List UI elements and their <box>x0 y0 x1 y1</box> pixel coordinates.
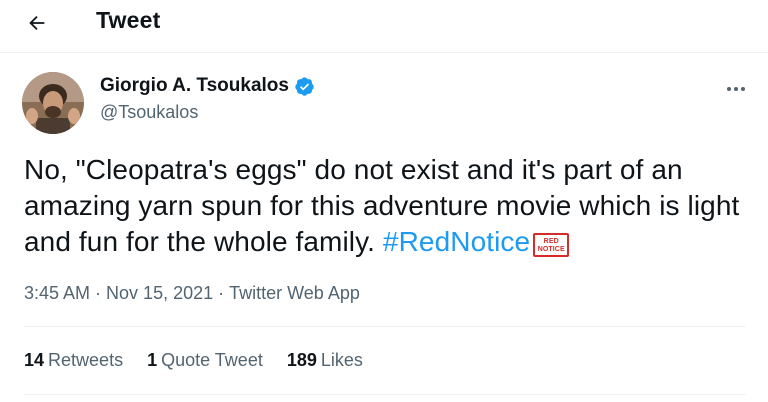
likes-count: 189 <box>286 350 317 370</box>
retweets-count: 14 <box>24 350 45 370</box>
author-name-row[interactable]: Giorgio A. Tsoukalos <box>100 75 315 97</box>
quote-tweets-count: 1 <box>147 350 158 370</box>
avatar[interactable] <box>22 72 84 134</box>
tweet-stats: 14 Retweets 1 Quote Tweet 189 Likes <box>24 350 387 371</box>
meta-separator: · <box>95 283 102 303</box>
verified-badge-icon <box>294 76 315 97</box>
hashtag-link[interactable]: #RedNotice <box>383 226 530 257</box>
more-horizontal-icon <box>727 87 745 91</box>
quote-tweets-label: Quote Tweet <box>161 350 263 370</box>
tweet-time[interactable]: 3:45 AM <box>24 283 90 304</box>
author-name[interactable]: Giorgio A. Tsoukalos <box>100 75 289 97</box>
meta-separator: · <box>218 283 225 303</box>
header-divider <box>0 52 768 53</box>
tweet-date[interactable]: Nov 15, 2021 <box>106 283 213 304</box>
top-bar: Tweet <box>0 0 768 50</box>
retweets-stat[interactable]: 14 Retweets <box>24 350 123 371</box>
avatar-image <box>22 72 84 134</box>
stats-bottom-divider <box>24 394 746 395</box>
likes-stat[interactable]: 189 Likes <box>287 350 363 371</box>
author-handle[interactable]: @Tsoukalos <box>100 102 198 123</box>
retweets-label: Retweets <box>48 350 124 370</box>
tweet-text: No, "Cleopatra's eggs" do not exist and … <box>24 152 744 260</box>
page-title: Tweet <box>96 7 161 33</box>
back-button[interactable] <box>20 8 54 38</box>
quote-tweets-stat[interactable]: 1 Quote Tweet <box>147 350 263 371</box>
tweet-source[interactable]: Twitter Web App <box>229 283 360 304</box>
tweet-body-text: No, "Cleopatra's eggs" do not exist and … <box>24 154 740 257</box>
more-options-button[interactable] <box>720 80 752 98</box>
tweet-meta: 3:45 AM · Nov 15, 2021 · Twitter Web App <box>24 283 360 304</box>
likes-label: Likes <box>320 350 363 370</box>
stats-top-divider <box>24 326 746 327</box>
arrow-left-icon <box>29 15 45 31</box>
red-notice-emoji-icon: RED NOTICE <box>533 233 570 257</box>
